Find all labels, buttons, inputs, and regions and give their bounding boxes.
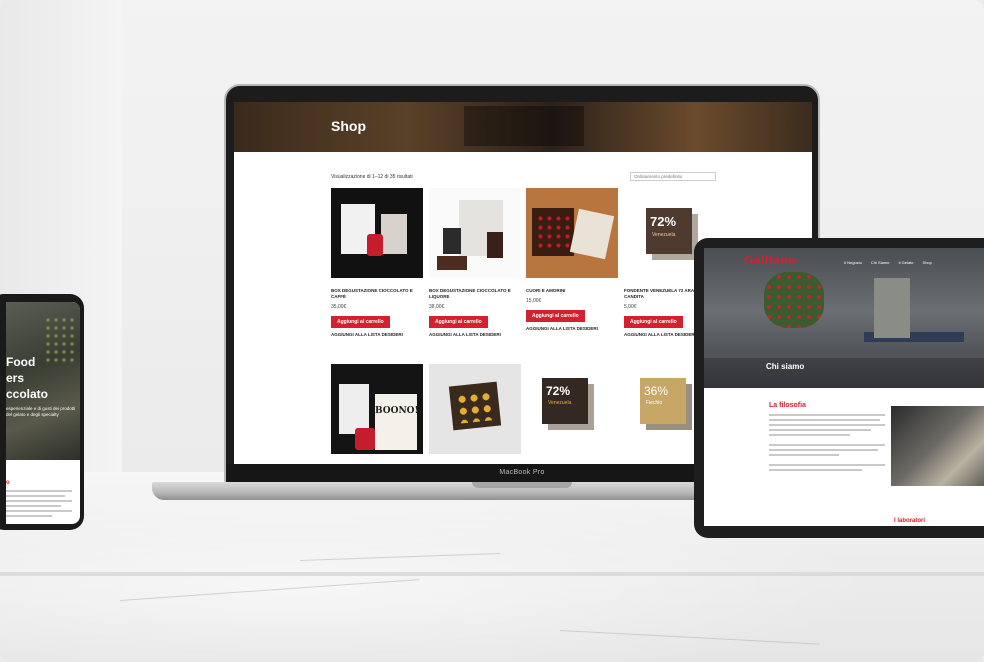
phone-section-title: o <box>6 480 10 486</box>
chocolate-bar <box>437 256 467 270</box>
product-name[interactable]: CUORI E AMORINI <box>526 288 618 294</box>
shop-door <box>874 278 910 338</box>
candy-pack <box>367 234 383 256</box>
nav-item[interactable]: Il Gelato <box>899 260 914 265</box>
interior-photo <box>891 406 984 486</box>
product-name[interactable]: BOX DEGUSTAZIONE CIOCCOLATO E LIQUORE <box>429 288 521 300</box>
laptop-notch <box>472 482 572 488</box>
shop-hero-banner <box>234 102 812 152</box>
pralines <box>455 390 495 424</box>
product-image[interactable] <box>429 188 521 278</box>
origin-label: Venezuela <box>652 232 676 238</box>
gift-card: BOONO! <box>375 394 418 450</box>
product-price: 35,00€ <box>331 304 347 310</box>
liquor-bottle <box>487 232 503 258</box>
wishlist-link[interactable]: AGGIUNGI ALLA LISTA DESIDERI <box>526 326 618 331</box>
flower-plant <box>764 272 824 328</box>
origin-label: Venezuela <box>548 400 572 406</box>
sort-select[interactable]: Ordinamento predefinito <box>630 172 716 181</box>
tablet-nav: Il Negozio Chi Siamo Il Gelato Shop <box>844 260 940 265</box>
hero-title-line: ccolato <box>6 387 49 401</box>
mockup-scene: Shop Visualizzazione di 1–12 di 35 risul… <box>0 0 984 662</box>
wishlist-link[interactable]: AGGIUNGI ALLA LISTA DESIDERI <box>331 332 423 337</box>
nav-item[interactable]: Chi Siamo <box>871 260 889 265</box>
section-text <box>769 414 885 474</box>
add-to-cart-button[interactable]: Aggiungi al carrello <box>429 316 488 328</box>
phone-hero-subtitle: esperienziale e di gusti dei prodotti de… <box>6 406 76 417</box>
gift-box <box>569 208 615 260</box>
product-image[interactable] <box>331 188 423 278</box>
gift-bag <box>339 384 369 434</box>
phone-screen: Food ers ccolato esperienziale e di gust… <box>6 302 80 524</box>
hero-title-line: Food <box>6 355 36 369</box>
phone-section-text <box>6 490 72 520</box>
hero-shadow <box>464 106 584 146</box>
heart-chocolates <box>536 214 570 250</box>
brand-logo[interactable]: Galliano <box>744 254 796 267</box>
tablet-hero-image <box>704 248 984 388</box>
nav-item[interactable]: Il Negozio <box>844 260 862 265</box>
phone-hero-title: Food ers ccolato <box>6 354 48 402</box>
product-price: 38,00€ <box>429 304 445 310</box>
product-price: 15,00€ <box>526 298 542 304</box>
percentage-label: 72% <box>650 214 677 229</box>
section-title: La filosofia <box>769 402 806 409</box>
chocolate-box <box>443 228 461 254</box>
product-name[interactable]: BOX DEGUSTAZIONE CIOCCOLATO E CAFFÈ <box>331 288 423 300</box>
tablet-screen: Galliano Il Negozio Chi Siamo Il Gelato … <box>704 248 984 526</box>
add-to-cart-button[interactable]: Aggiungi al carrello <box>331 316 390 328</box>
product-card[interactable]: BOX DEGUSTAZIONE CIOCCOLATO E CAFFÈ 35,0… <box>331 188 423 337</box>
hero-title: Chi siamo <box>766 362 805 371</box>
result-count: Visualizzazione di 1–12 di 35 risultati <box>331 174 413 180</box>
section-title: I laboratori <box>894 518 926 524</box>
leaves <box>44 316 78 366</box>
product-image[interactable] <box>526 188 618 278</box>
product-card[interactable]: CUORI E AMORINI 15,00€ Aggiungi al carre… <box>526 188 618 331</box>
nav-item[interactable]: Shop <box>923 260 932 265</box>
product-image[interactable]: 72% Venezuela <box>526 364 618 454</box>
gift-bag <box>381 214 407 254</box>
counter-edge <box>0 572 984 576</box>
product-image[interactable] <box>429 364 521 454</box>
percentage-label: 36% <box>644 384 669 398</box>
page-title: Shop <box>331 118 366 134</box>
hero-title-line: ers <box>6 371 25 385</box>
hero-shade <box>704 358 984 388</box>
product-image[interactable]: BOONO! <box>331 364 423 454</box>
percentage-label: 72% <box>546 384 571 398</box>
product-card[interactable]: BOX DEGUSTAZIONE CIOCCOLATO E LIQUORE 38… <box>429 188 521 337</box>
candy-pack <box>355 428 375 450</box>
origin-label: Fiechio <box>646 400 663 406</box>
add-to-cart-button[interactable]: Aggiungi al carrello <box>526 310 585 322</box>
add-to-cart-button[interactable]: Aggiungi al carrello <box>624 316 683 328</box>
wishlist-link[interactable]: AGGIUNGI ALLA LISTA DESIDERI <box>429 332 521 337</box>
